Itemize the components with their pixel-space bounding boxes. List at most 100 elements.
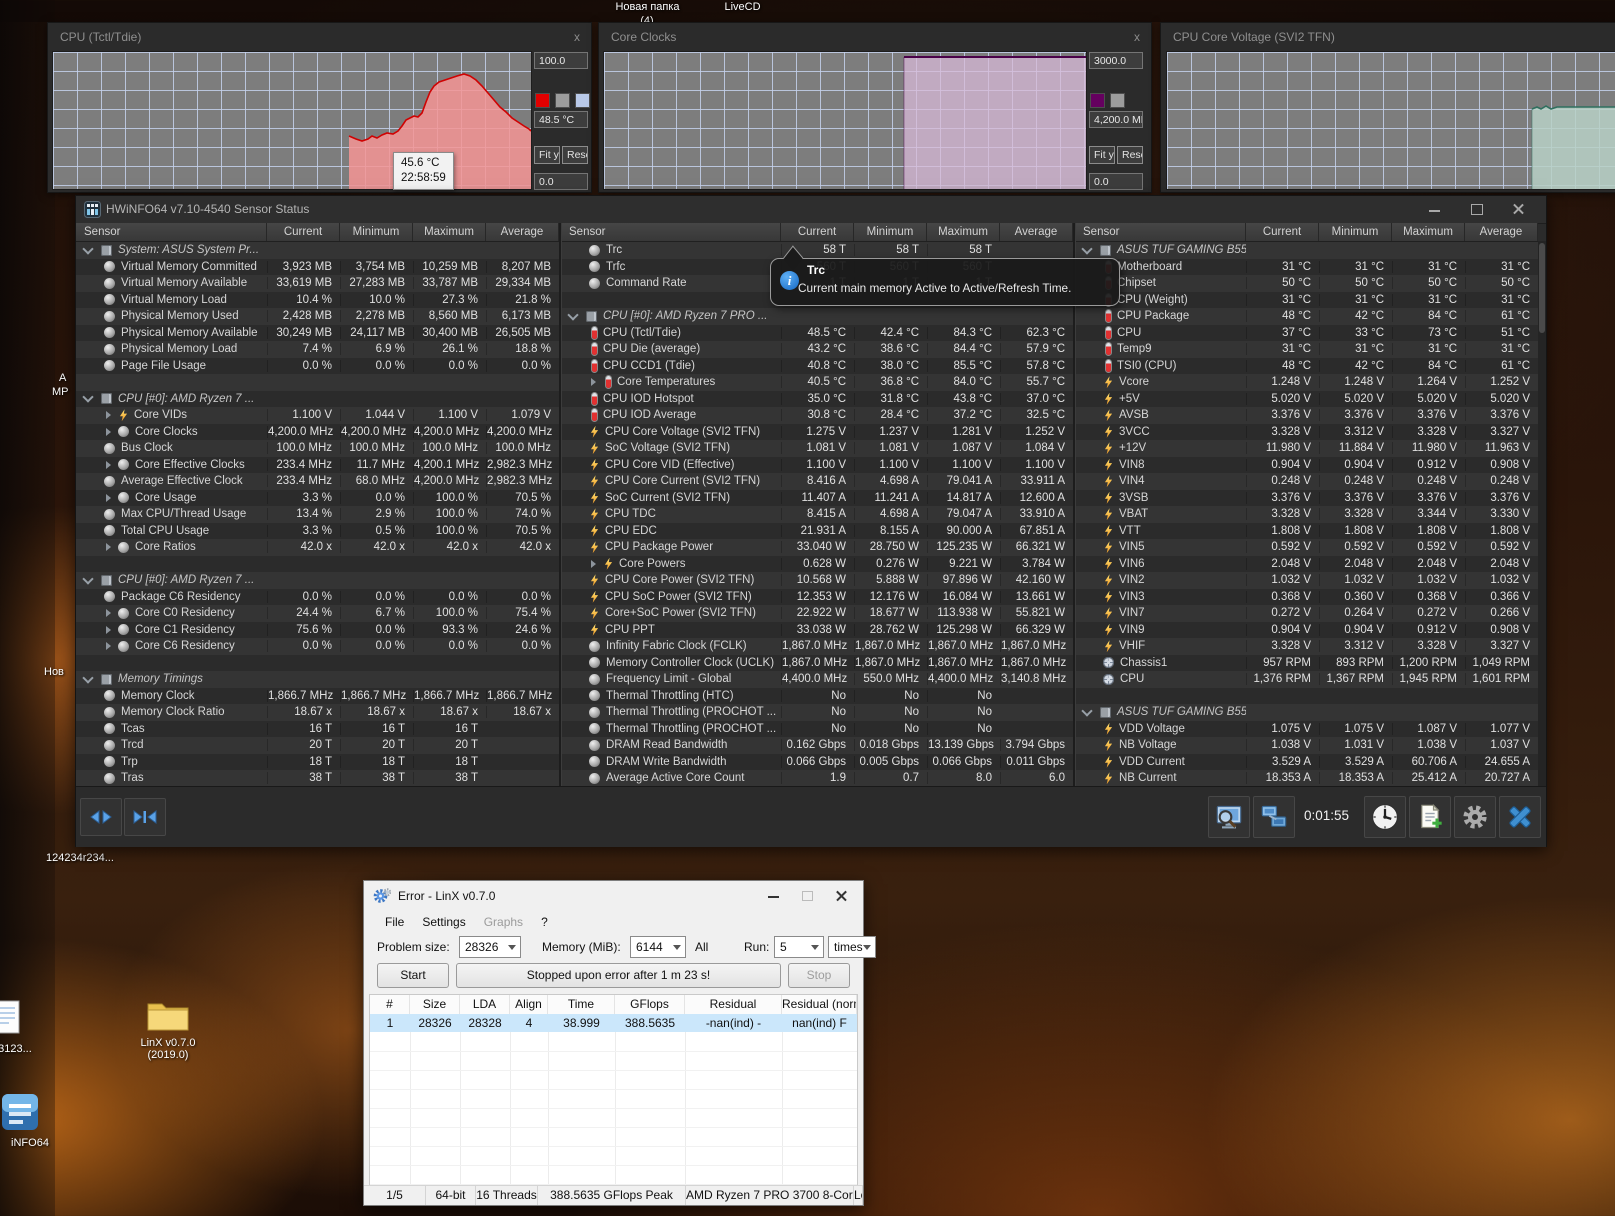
sensor-row[interactable]: SoC Voltage (SVI2 TFN) 1.081 V 1.081 V 1.08…: [561, 440, 1073, 457]
series-color-swatches[interactable]: [1090, 93, 1125, 108]
sensor-row[interactable]: Chipset 50 °C 50 °C 50 °C 50 °C: [1075, 275, 1538, 292]
sensor-row[interactable]: CPU SoC Power (SVI2 TFN) 12.353 W 12.176 W…: [561, 588, 1073, 605]
expand-arrow-icon[interactable]: [106, 460, 111, 469]
graph-window-cpu-tctl[interactable]: CPU (Tctl/Tdie) x 45.6 °C 22:58:59 100.0…: [47, 22, 592, 193]
expand-arrow-icon[interactable]: [106, 427, 111, 436]
maximize-icon[interactable]: [791, 881, 825, 911]
sensor-row[interactable]: CPU IOD Hotspot 35.0 °C 31.8 °C 43.8 °C 37.0…: [561, 390, 1073, 407]
menu-settings[interactable]: Settings: [413, 911, 474, 933]
sensor-row[interactable]: Physical Memory Used 2,428 MB 2,278 MB 8,56…: [76, 308, 559, 325]
sensor-row[interactable]: VIN8 0.904 V 0.904 V 0.912 V 0.908 V: [1075, 456, 1538, 473]
minimize-icon[interactable]: [757, 881, 791, 911]
desktop-icon-novaya-papka[interactable]: Новая папка: [600, 1, 695, 13]
column-header-maximum[interactable]: Maximum: [413, 223, 486, 241]
sensor-row[interactable]: DRAM Read Bandwidth 0.162 Gbps 0.018 Gbps 1…: [561, 737, 1073, 754]
series-swatch[interactable]: [555, 93, 570, 108]
menu-help[interactable]: ?: [532, 911, 557, 933]
log-link[interactable]: Log ›: [854, 1186, 863, 1205]
sensor-row[interactable]: Virtual Memory Available 33,619 MB 27,283 …: [76, 275, 559, 292]
column-header-average[interactable]: Average: [1465, 223, 1538, 241]
sensor-row[interactable]: Total CPU Usage 3.3 % 0.5 % 100.0 % 70.5 %: [76, 522, 559, 539]
sensor-row[interactable]: CPU CCD1 (Tdie) 40.8 °C 38.0 °C 85.5 °C 57.8…: [561, 357, 1073, 374]
fit-y-button[interactable]: Fit y: [1089, 146, 1115, 164]
exit-button[interactable]: [1499, 796, 1541, 838]
menu-file[interactable]: File: [376, 911, 413, 933]
sensor-row[interactable]: CPU Package 48 °C 42 °C 84 °C 61 °C: [1075, 308, 1538, 325]
table-row[interactable]: 1 28326 28328 4 38.999 388.5635 -nan(ind) - nan…: [370, 1014, 857, 1032]
sensor-row[interactable]: VIN5 0.592 V 0.592 V 0.592 V 0.592 V: [1075, 539, 1538, 556]
remote-sensors-button[interactable]: [1253, 796, 1295, 838]
sensor-row[interactable]: CPU 37 °C 33 °C 73 °C 51 °C: [1075, 324, 1538, 341]
sensor-row[interactable]: Motherboard 31 °C 31 °C 31 °C 31 °C: [1075, 258, 1538, 275]
sensor-row[interactable]: Page File Usage 0.0 % 0.0 % 0.0 % 0.0 %: [76, 357, 559, 374]
sensor-row[interactable]: Tras 38 T 38 T 38 T: [76, 770, 559, 787]
column-header-minimum[interactable]: Minimum: [854, 223, 927, 241]
sensor-row[interactable]: VIN2 1.032 V 1.032 V 1.032 V 1.032 V: [1075, 572, 1538, 589]
chevron-down-icon[interactable]: [567, 309, 579, 321]
sensor-row[interactable]: CPU (Weight) 31 °C 31 °C 31 °C 31 °C: [1075, 291, 1538, 308]
sensor-row[interactable]: Core C6 Residency 0.0 % 0.0 % 0.0 % 0.0 %: [76, 638, 559, 655]
sensor-row[interactable]: VIN9 0.904 V 0.904 V 0.912 V 0.908 V: [1075, 621, 1538, 638]
sensor-row[interactable]: Virtual Memory Load 10.4 % 10.0 % 27.3 % 21.…: [76, 291, 559, 308]
sensor-row[interactable]: 3VCC 3.328 V 3.312 V 3.328 V 3.327 V: [1075, 423, 1538, 440]
sensor-row[interactable]: CPU PPT 33.038 W 28.762 W 125.298 W 66.329 W: [561, 621, 1073, 638]
sensor-row[interactable]: Core Powers 0.628 W 0.276 W 9.221 W 3.784 W: [561, 555, 1073, 572]
sensor-row[interactable]: CPU Core Current (SVI2 TFN) 8.416 A 4.698 …: [561, 473, 1073, 490]
close-icon[interactable]: [825, 881, 859, 911]
sensor-row[interactable]: SoC Current (SVI2 TFN) 11.407 A 11.241 A 14…: [561, 489, 1073, 506]
series-color-swatches[interactable]: [535, 93, 590, 108]
series-swatch[interactable]: [535, 93, 550, 108]
expand-arrow-icon[interactable]: [106, 625, 111, 634]
sensor-row[interactable]: VIN3 0.368 V 0.360 V 0.368 V 0.366 V: [1075, 588, 1538, 605]
sensor-row[interactable]: CPU TDC 8.415 A 4.698 A 79.047 A 33.910 A: [561, 506, 1073, 523]
sensor-row[interactable]: VDD Current 3.529 A 3.529 A 60.706 A 24.655 …: [1075, 753, 1538, 770]
desktop-icon-livecd[interactable]: LiveCD: [715, 1, 770, 13]
sensor-row[interactable]: Average Effective Clock 233.4 MHz 68.0 MHz…: [76, 473, 559, 490]
sensor-row[interactable]: NB Current 18.353 A 18.353 A 25.412 A 20.727…: [1075, 770, 1538, 787]
sensor-group-row[interactable]: ASUS TUF GAMING B550...: [1075, 242, 1538, 259]
desktop-icon-23123[interactable]: 23123...: [0, 1000, 32, 1055]
sensor-row[interactable]: Average Active Core Count 1.9 0.7 8.0 6.0: [561, 770, 1073, 787]
sensor-group-row[interactable]: CPU [#0]: AMD Ryzen 7 ...: [76, 390, 559, 407]
series-swatch[interactable]: [1090, 93, 1105, 108]
fit-y-button[interactable]: Fit y: [534, 146, 560, 164]
report-button[interactable]: [1409, 796, 1451, 838]
sensor-row[interactable]: Memory Clock 1,866.7 MHz 1,866.7 MHz 1,866.…: [76, 687, 559, 704]
sensor-row[interactable]: Core Ratios 42.0 x 42.0 x 42.0 x 42.0 x: [76, 539, 559, 556]
column-header-maximum[interactable]: Maximum: [1392, 223, 1465, 241]
reset-button[interactable]: Reset: [562, 146, 588, 164]
vertical-scrollbar[interactable]: [1538, 241, 1546, 786]
sensor-row[interactable]: Core C1 Residency 75.6 % 0.0 % 93.3 % 24.6 %: [76, 621, 559, 638]
sensor-row[interactable]: Core C0 Residency 24.4 % 6.7 % 100.0 % 75.4 …: [76, 605, 559, 622]
sensor-row[interactable]: Core Effective Clocks 233.4 MHz 11.7 MHz 4,…: [76, 456, 559, 473]
sensor-row[interactable]: CPU Die (average) 43.2 °C 38.6 °C 84.4 °C 57…: [561, 341, 1073, 358]
sensor-row[interactable]: Package C6 Residency 0.0 % 0.0 % 0.0 % 0.0 %: [76, 588, 559, 605]
sensor-row[interactable]: CPU IOD Average 30.8 °C 28.4 °C 37.2 °C 32.5…: [561, 407, 1073, 424]
sensor-row[interactable]: VDD Voltage 1.075 V 1.075 V 1.087 V 1.077 V: [1075, 720, 1538, 737]
sensor-group-row[interactable]: CPU [#0]: AMD Ryzen 7 ...: [76, 572, 559, 589]
nav-back-button[interactable]: [80, 798, 122, 836]
settings-button[interactable]: [1454, 796, 1496, 838]
close-icon[interactable]: [1498, 196, 1540, 223]
sensor-row[interactable]: +5V 5.020 V 5.020 V 5.020 V 5.020 V: [1075, 390, 1538, 407]
sensor-row[interactable]: VIN6 2.048 V 2.048 V 2.048 V 2.048 V: [1075, 555, 1538, 572]
sensor-row[interactable]: Frequency Limit - Global 4,400.0 MHz 550.0…: [561, 671, 1073, 688]
graph-window-title[interactable]: CPU Core Voltage (SVI2 TFN): [1161, 23, 1615, 51]
desktop-icon-124234r234[interactable]: 124234r234...: [46, 852, 114, 864]
column-header-average[interactable]: Average: [486, 223, 559, 241]
expand-arrow-icon[interactable]: [106, 493, 111, 502]
sensor-group-row[interactable]: ASUS TUF GAMING B550...: [1075, 704, 1538, 721]
sensor-row[interactable]: Physical Memory Load 7.4 % 6.9 % 26.1 % 18.8…: [76, 341, 559, 358]
y-min-input[interactable]: 0.0: [534, 173, 588, 190]
desktop-icon-hwinfo64[interactable]: iNFO64: [0, 1092, 60, 1149]
chevron-down-icon[interactable]: [82, 391, 94, 403]
sensor-row[interactable]: Virtual Memory Committed 3,923 MB 3,754 MB…: [76, 258, 559, 275]
sensor-row[interactable]: Core Clocks 4,200.0 MHz 4,200.0 MHz 4,200.0…: [76, 423, 559, 440]
clock-button[interactable]: [1364, 796, 1406, 838]
minimize-icon[interactable]: [1414, 196, 1456, 223]
column-header-maximum[interactable]: Maximum: [927, 223, 1000, 241]
hwinfo-titlebar[interactable]: HWiNFO64 v7.10-4540 Sensor Status: [76, 196, 1546, 224]
monitor-search-button[interactable]: [1208, 796, 1250, 838]
sensor-row[interactable]: Chassis1 957 RPM 893 RPM 1,200 RPM 1,049 RPM: [1075, 654, 1538, 671]
chevron-down-icon[interactable]: [1081, 243, 1093, 255]
